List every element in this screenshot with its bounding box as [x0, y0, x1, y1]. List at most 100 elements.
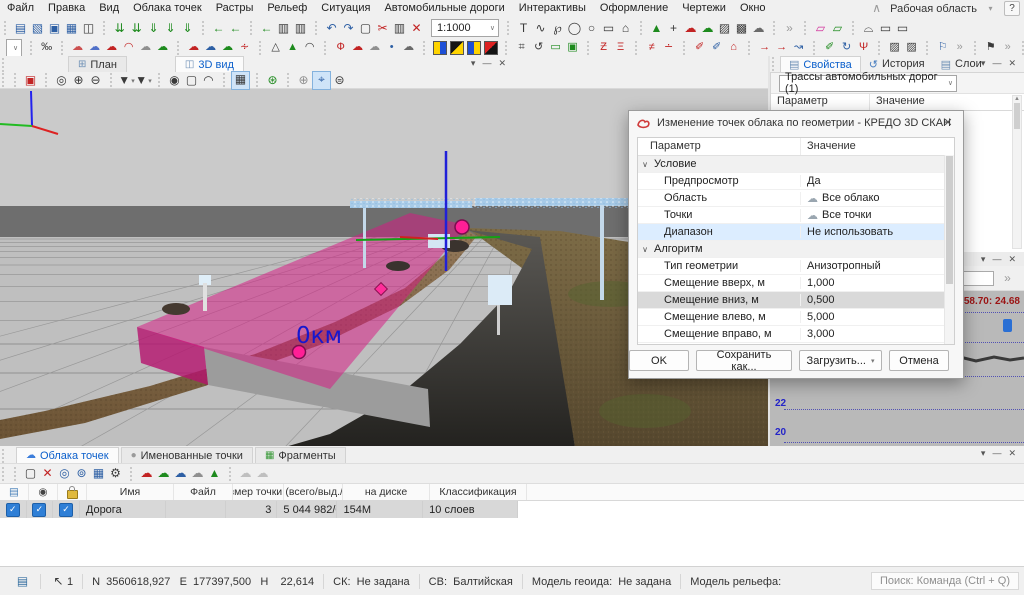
collapse-ribbon-icon[interactable]: ∧: [868, 0, 885, 17]
drag-handle[interactable]: [256, 73, 261, 87]
pen-blue-icon[interactable]: ✐: [708, 40, 725, 55]
open-project-icon[interactable]: ▧: [29, 20, 46, 37]
delete-cloud-icon[interactable]: ✕: [39, 465, 56, 482]
relief-from-cloud-icon[interactable]: ▲: [206, 465, 223, 482]
cloud-table-row[interactable]: ✓✓✓Дорога35 044 982/0/0154M10 слоев: [0, 501, 518, 518]
object-class-select[interactable]: Трассы автомобильных дорог (1) ∨: [779, 75, 957, 92]
raster-image-icon[interactable]: ▨: [716, 20, 733, 37]
cloud-fill-red-icon[interactable]: ☁: [69, 40, 86, 55]
dialog-scrollbar[interactable]: [944, 155, 954, 344]
arrow-right-2-icon[interactable]: →: [773, 40, 790, 55]
drag-handle[interactable]: [2, 449, 7, 463]
column-header[interactable]: Классификация: [430, 484, 527, 500]
drag-handle[interactable]: [505, 41, 510, 55]
axes-view-icon[interactable]: ⌖: [312, 71, 331, 90]
drag-handle[interactable]: [30, 41, 35, 55]
drag-handle[interactable]: [635, 41, 640, 55]
circle-tool-icon[interactable]: ○: [583, 20, 600, 37]
menu-чертежи[interactable]: Чертежи: [675, 0, 733, 17]
column-header[interactable]: ек (всего/выд./уд: [284, 484, 343, 500]
tab-point-clouds[interactable]: ☁Облака точек: [16, 447, 119, 463]
dialog-row-смещение-вниз-м[interactable]: Смещение вниз, м0,500: [638, 292, 954, 309]
relief-green-icon[interactable]: ▲: [284, 40, 301, 55]
menu-рельеф[interactable]: Рельеф: [260, 0, 314, 17]
classification-flag-1-icon[interactable]: [431, 40, 448, 55]
window-layout-icon[interactable]: ◫: [80, 20, 97, 37]
paste-fragment-icon[interactable]: ▥: [292, 20, 309, 37]
cloud-export-icon[interactable]: ☁: [219, 40, 236, 55]
drag-handle[interactable]: [2, 467, 7, 481]
dialog-titlebar[interactable]: Изменение точек облака по геометрии - КР…: [629, 111, 963, 135]
paste-icon[interactable]: ▥: [391, 20, 408, 37]
raster-b-icon[interactable]: ▨: [903, 40, 920, 55]
tab-properties[interactable]: ▤Свойства: [780, 56, 861, 72]
overflow-more-1-icon[interactable]: »: [951, 40, 968, 55]
save-as-button[interactable]: Сохранить как...: [696, 350, 792, 371]
tab-fragments[interactable]: ▦Фрагменты: [255, 447, 346, 463]
column-eye-icon[interactable]: ◉: [29, 484, 58, 500]
drag-handle[interactable]: [158, 73, 163, 87]
search-clouds-icon[interactable]: ⊚: [73, 465, 90, 482]
plan-thumbnail-icon[interactable]: ▣: [22, 72, 39, 89]
overflow-more-icon[interactable]: »: [781, 20, 798, 37]
dash-dot-red-icon[interactable]: ∸: [660, 40, 677, 55]
print-preview-icon[interactable]: ▤: [14, 573, 31, 590]
cloud-shadow-icon[interactable]: ☁: [750, 20, 767, 37]
pen-red-icon[interactable]: ✐: [691, 40, 708, 55]
drag-handle[interactable]: [2, 58, 7, 72]
ok-button[interactable]: OK: [629, 350, 689, 371]
cloud-outline-red-icon[interactable]: ☁: [103, 40, 120, 55]
drag-handle[interactable]: [14, 73, 19, 87]
point-blue-icon[interactable]: •: [383, 40, 400, 55]
dialog-row-точки[interactable]: Точки☁Все точки: [638, 207, 954, 224]
coordinate-system[interactable]: СК: Не задана: [333, 576, 410, 588]
dialog-row-смещение-вправо-м[interactable]: Смещение вправо, м3,000: [638, 326, 954, 343]
arrow-wave-icon[interactable]: ↝: [790, 40, 807, 55]
import-points-icon[interactable]: ⇊: [111, 20, 128, 37]
menu-файл[interactable]: Файл: [0, 0, 41, 17]
drag-handle[interactable]: [813, 41, 818, 55]
add-point-icon[interactable]: +: [665, 20, 682, 37]
raster-a-icon[interactable]: ▨: [886, 40, 903, 55]
route-point-marker[interactable]: [455, 220, 469, 234]
visibility-checkbox[interactable]: ✓: [6, 503, 20, 517]
pin-icon[interactable]: ▾: [982, 0, 999, 17]
classification-flag-4-icon[interactable]: [482, 40, 499, 55]
drag-handle[interactable]: [804, 21, 809, 35]
new-cloud-icon[interactable]: ▢: [22, 465, 39, 482]
dialog-row-диапазон[interactable]: ДиапазонНе использовать: [638, 224, 954, 241]
dialog-row-смещение-влево-м[interactable]: Смещение влево, м5,000: [638, 309, 954, 326]
properties-scrollbar[interactable]: ▲: [1012, 95, 1022, 249]
curve-blue-icon[interactable]: ↻: [838, 40, 855, 55]
polygon-tool-icon[interactable]: ⌂: [617, 20, 634, 37]
drag-handle[interactable]: [878, 41, 883, 55]
drag-handle[interactable]: [177, 41, 182, 55]
column-header[interactable]: Файл: [174, 484, 233, 500]
import-pole-icon[interactable]: ⇓: [145, 20, 162, 37]
pane-close-icon[interactable]: ✕: [1008, 254, 1016, 264]
vertical-system[interactable]: СВ: Балтийская: [429, 576, 513, 588]
cloud-undo-1-icon[interactable]: ☁: [237, 465, 254, 482]
help-button[interactable]: ?: [1004, 1, 1020, 16]
drag-handle[interactable]: [683, 41, 688, 55]
pan-view-icon[interactable]: ⊕: [295, 72, 312, 89]
raster-grid-icon[interactable]: ▩: [733, 20, 750, 37]
dialog-row-алгоритм[interactable]: ∨Алгоритм: [638, 241, 954, 258]
pen-green-icon[interactable]: ✐: [821, 40, 838, 55]
section-red-icon[interactable]: ∻: [236, 40, 253, 55]
drag-handle[interactable]: [2, 73, 7, 87]
menu-вид[interactable]: Вид: [92, 0, 126, 17]
drag-handle[interactable]: [587, 41, 592, 55]
drag-handle[interactable]: [223, 73, 228, 87]
cloud-phi-icon[interactable]: Ф: [332, 40, 349, 55]
column-stack-icon[interactable]: ▤: [0, 484, 29, 500]
parameter-value[interactable]: Да: [800, 175, 954, 187]
cut-icon[interactable]: ✂: [374, 20, 391, 37]
drag-handle[interactable]: [324, 41, 329, 55]
arc-red-icon[interactable]: ◠: [120, 40, 137, 55]
zoom-window-icon[interactable]: ◎: [53, 72, 70, 89]
load-button[interactable]: Загрузить...▾: [799, 350, 882, 371]
pane-menu-icon[interactable]: ▾: [981, 448, 986, 458]
tools-clouds-icon[interactable]: ⚙: [107, 465, 124, 482]
text-tool-icon[interactable]: T: [515, 20, 532, 37]
